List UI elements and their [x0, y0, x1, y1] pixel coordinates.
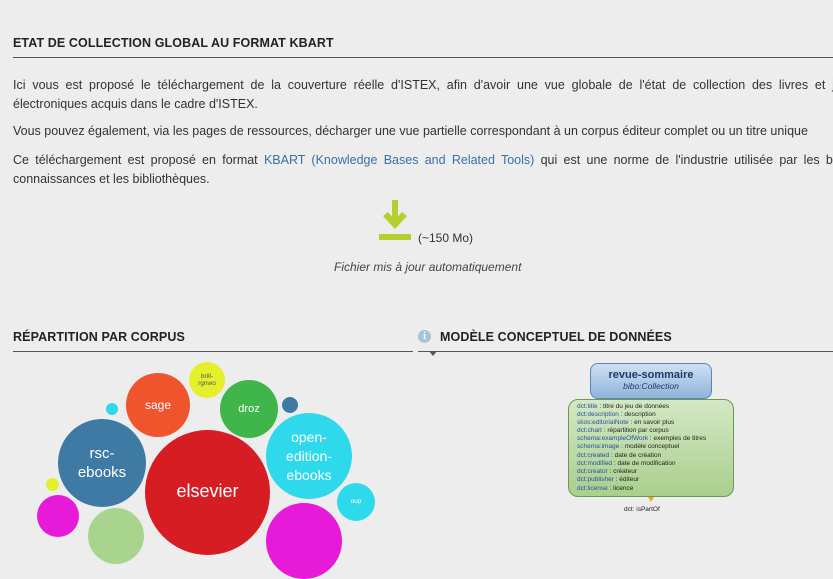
- property-key: dct:description: [577, 411, 619, 418]
- property-value: : titre du jeu de données: [597, 403, 670, 410]
- kbart-paragraph-3-text: Ce téléchargement est proposé en format: [13, 153, 264, 167]
- bubble-small[interactable]: [282, 397, 298, 413]
- kbart-section-title: ETAT DE COLLECTION GLOBAL AU FORMAT KBAR…: [13, 36, 334, 50]
- bubble-label: sage: [144, 398, 172, 412]
- bubble-label: oup: [350, 498, 362, 505]
- property-key: dct:chart: [577, 427, 602, 434]
- property-value: : licence: [607, 485, 634, 492]
- download-arrow-icon[interactable]: [378, 199, 412, 243]
- bubble-rsc-ebooks[interactable]: rsc-ebooks: [58, 419, 146, 507]
- property-key: skos:editorialNote: [577, 419, 629, 426]
- bubble-partial[interactable]: [266, 503, 342, 579]
- model-property: dct:created : date de création: [577, 452, 661, 459]
- model-property: dct:publisher : éditeur: [577, 476, 639, 483]
- property-value: : date de modification: [612, 460, 676, 467]
- model-relation-label: dct: isPartOf: [624, 506, 660, 513]
- relation-arrow-icon: [648, 497, 654, 502]
- model-property: dct:license : licence: [577, 485, 633, 492]
- property-key: dct:license: [577, 485, 608, 492]
- divider-notch: [429, 351, 437, 356]
- title-divider: [13, 57, 833, 58]
- bubble-label: droz: [238, 403, 260, 415]
- corpus-divider: [13, 351, 413, 352]
- property-value: : répartition par corpus: [601, 427, 669, 434]
- bubble-droz[interactable]: droz: [220, 380, 278, 438]
- bubble-oup[interactable]: oup: [337, 483, 375, 521]
- model-class-name: revue-sommaire: [608, 369, 694, 381]
- corpus-section-title: RÉPARTITION PAR CORPUS: [13, 330, 185, 344]
- bubble-partial[interactable]: [37, 495, 79, 537]
- model-section-title: MODÈLE CONCEPTUEL DE DONNÉES: [440, 330, 672, 344]
- model-property: dct:creator : créateur: [577, 468, 637, 475]
- bubble-label: brill-rgnwo: [198, 373, 216, 387]
- property-value: : exemples de titres: [648, 435, 707, 442]
- model-property: schema:exampleOfWork : exemples de titre…: [577, 435, 706, 442]
- bubble-sage[interactable]: sage: [126, 373, 190, 437]
- model-divider: [418, 351, 833, 352]
- bubble-small[interactable]: [106, 403, 118, 415]
- model-property: skos:editorialNote : en savoir plus: [577, 419, 674, 426]
- bubble-label: elsevier: [176, 481, 239, 501]
- model-class-box: revue-sommaire bibo:Collection: [590, 363, 712, 399]
- property-value: : créateur: [607, 468, 637, 475]
- bubble-open-edition-ebooks[interactable]: open-edition-ebooks: [266, 413, 352, 499]
- model-property: dct:title : titre du jeu de données: [577, 403, 669, 410]
- model-property: dct:chart : répartition par corpus: [577, 427, 669, 434]
- bubble-label: rsc-ebooks: [77, 445, 127, 481]
- bubble-label: open-edition-ebooks: [286, 428, 332, 483]
- property-key: schema:exampleOfWork: [577, 435, 649, 442]
- property-key: dct:creator: [577, 468, 608, 475]
- kbart-paragraph-3: Ce téléchargement est proposé en format …: [13, 151, 833, 189]
- kbart-paragraph-2: Vous pouvez également, via les pages de …: [13, 124, 808, 138]
- model-property: dct:modified : date de modification: [577, 460, 676, 467]
- bubble-elsevier[interactable]: elsevier: [145, 430, 270, 555]
- bubble-brill-rgnwo[interactable]: brill-rgnwo: [189, 362, 225, 398]
- download-size: (~150 Mo): [418, 231, 474, 245]
- bubble-partial[interactable]: [88, 508, 144, 564]
- property-value: : éditeur: [613, 476, 640, 483]
- model-property: dct:description : description: [577, 411, 656, 418]
- property-value: : en savoir plus: [628, 419, 675, 426]
- property-key: dct:modified: [577, 460, 613, 467]
- property-value: : modèle conceptuel: [619, 443, 680, 450]
- model-class-type: bibo:Collection: [623, 381, 679, 391]
- bubble-small[interactable]: [46, 478, 59, 491]
- property-value: : date de création: [609, 452, 662, 459]
- info-icon[interactable]: i: [418, 330, 431, 343]
- kbart-link[interactable]: KBART (Knowledge Bases and Related Tools…: [264, 153, 534, 167]
- property-key: dct:created: [577, 452, 610, 459]
- property-value: : description: [618, 411, 656, 418]
- property-key: dct:title: [577, 403, 598, 410]
- download-note: Fichier mis à jour automatiquement: [334, 260, 522, 274]
- property-key: schema:image: [577, 443, 620, 450]
- model-property: schema:image : modèle conceptuel: [577, 443, 679, 450]
- property-key: dct:publisher: [577, 476, 614, 483]
- kbart-paragraph-1: Ici vous est proposé le téléchargement d…: [13, 78, 833, 111]
